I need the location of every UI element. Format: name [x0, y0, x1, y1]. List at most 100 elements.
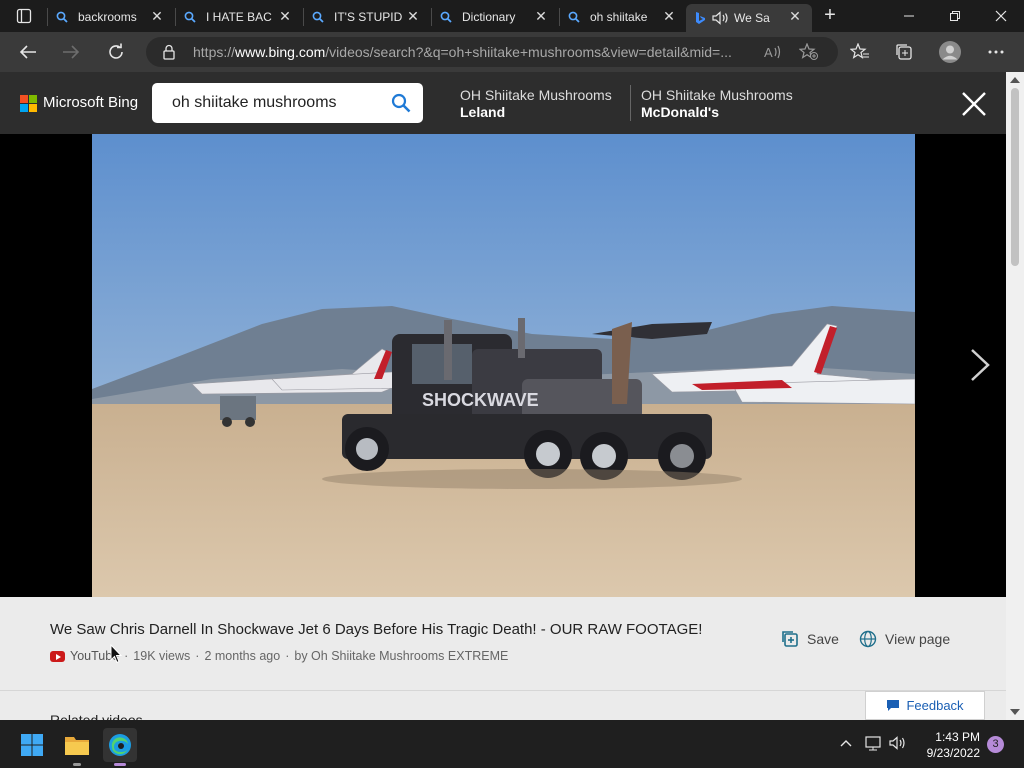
tab-oh-shiitake[interactable]: oh shiitake ✕	[559, 4, 686, 30]
taskbar-clock[interactable]: 1:43 PM 9/23/2022	[918, 729, 980, 761]
minimize-button[interactable]	[886, 0, 932, 32]
tab-strip: backrooms ✕ I HATE BAC ✕ IT'S STUPID ✕ D…	[0, 0, 1024, 32]
tab-title: I HATE BAC	[206, 10, 272, 24]
tab-i-hate-bac[interactable]: I HATE BAC ✕	[175, 4, 302, 30]
more-dots-icon	[988, 50, 1004, 54]
forward-arrow-icon	[63, 45, 80, 59]
search-icon	[568, 11, 580, 23]
restore-icon	[950, 11, 960, 21]
address-bar[interactable]: https://www.bing.com/videos/search?&q=oh…	[146, 37, 838, 67]
suggestion-divider	[630, 85, 631, 121]
bing-icon	[696, 12, 705, 24]
view-page-button[interactable]: View page	[859, 630, 950, 648]
close-window-button[interactable]	[978, 0, 1024, 32]
avatar-icon	[939, 41, 961, 63]
tab-backrooms[interactable]: backrooms ✕	[47, 4, 174, 30]
screen: backrooms ✕ I HATE BAC ✕ IT'S STUPID ✕ D…	[0, 0, 1024, 768]
scroll-down-arrow-icon[interactable]	[1010, 709, 1020, 715]
video-title[interactable]: We Saw Chris Darnell In Shockwave Jet 6 …	[50, 621, 702, 638]
close-tab-icon[interactable]: ✕	[788, 9, 802, 23]
clock-time: 1:43 PM	[935, 730, 980, 744]
scroll-up-arrow-icon[interactable]	[1010, 77, 1020, 83]
collections-icon	[896, 44, 912, 60]
tab-separator	[431, 8, 432, 26]
suggestion-line2: Leland	[460, 104, 506, 120]
tab-title: oh shiitake	[590, 10, 648, 24]
notification-badge[interactable]: 3	[987, 736, 1004, 753]
new-tab-plus-icon[interactable]: +	[818, 5, 842, 27]
collections-button[interactable]	[890, 38, 918, 66]
meta-separator: ·	[124, 649, 129, 663]
svg-text:SHOCKWAVE: SHOCKWAVE	[422, 390, 539, 410]
feedback-chat-icon	[887, 700, 900, 711]
suggestion-leland[interactable]: OH Shiitake Mushrooms Leland	[460, 87, 612, 121]
save-collection-icon	[782, 631, 798, 647]
video-channel[interactable]: by Oh Shiitake Mushrooms EXTREME	[294, 649, 508, 663]
feedback-label: Feedback	[906, 698, 964, 713]
url-path: /videos/search?&q=oh+shiitake+mushrooms&…	[325, 44, 732, 60]
close-tab-icon[interactable]: ✕	[406, 9, 420, 23]
close-tab-icon[interactable]: ✕	[150, 9, 164, 23]
video-frame[interactable]: SHOCKWAVE	[92, 134, 915, 597]
settings-more-button[interactable]	[982, 38, 1010, 66]
search-input[interactable]: oh shiitake mushrooms	[152, 83, 423, 123]
tab-its-stupid[interactable]: IT'S STUPID ✕	[303, 4, 430, 30]
scrollbar-thumb[interactable]	[1011, 88, 1019, 266]
tab-title: Dictionary	[462, 10, 516, 24]
show-hidden-icons-button[interactable]	[836, 732, 856, 754]
forward-button[interactable]	[57, 38, 85, 66]
feedback-button[interactable]: Feedback	[865, 691, 985, 720]
globe-icon	[859, 630, 877, 648]
close-tab-icon[interactable]: ✕	[662, 9, 676, 23]
running-indicator	[73, 763, 81, 766]
add-favorite-button[interactable]	[795, 38, 823, 66]
tab-we-saw-active[interactable]: We Sa ✕	[686, 4, 812, 32]
close-tab-icon[interactable]: ✕	[278, 9, 292, 23]
refresh-button[interactable]	[102, 38, 130, 66]
search-query[interactable]: oh shiitake mushrooms	[172, 94, 337, 112]
close-icon	[995, 10, 1007, 22]
volume-button[interactable]	[888, 732, 908, 754]
suggestion-line1: OH Shiitake Mushrooms	[641, 87, 793, 103]
active-indicator	[114, 763, 126, 766]
close-icon[interactable]	[960, 90, 988, 118]
video-player[interactable]: SHOCKWAVE	[0, 134, 1006, 597]
tab-separator	[303, 8, 304, 26]
tab-actions-button[interactable]	[8, 4, 40, 28]
back-button[interactable]	[14, 38, 42, 66]
url-prefix: https://	[193, 44, 236, 60]
speaker-icon[interactable]	[712, 11, 730, 25]
url-text[interactable]: https://www.bing.com/videos/search?&q=oh…	[193, 44, 753, 60]
suggestion-mcdonalds[interactable]: OH Shiitake Mushrooms McDonald's	[641, 87, 793, 121]
brand-name[interactable]: Microsoft Bing	[43, 94, 138, 111]
search-icon[interactable]	[391, 93, 411, 113]
microsoft-logo-icon[interactable]	[20, 95, 38, 113]
next-video-chevron-icon[interactable]	[968, 348, 992, 382]
tab-dictionary[interactable]: Dictionary ✕	[431, 4, 558, 30]
bing-header: Microsoft Bing oh shiitake mushrooms OH …	[0, 72, 1006, 134]
favorites-star-icon	[850, 43, 869, 59]
minimize-icon	[904, 15, 914, 17]
restore-button[interactable]	[932, 0, 978, 32]
video-age: 2 months ago	[204, 649, 281, 663]
start-button[interactable]	[15, 728, 49, 762]
lock-icon[interactable]	[163, 44, 175, 60]
mouse-pointer-icon	[110, 644, 122, 664]
save-button[interactable]: Save	[781, 630, 839, 648]
profile-button[interactable]	[936, 38, 964, 66]
edge-button[interactable]	[103, 728, 137, 766]
meta-separator: ·	[195, 649, 200, 663]
search-icon	[56, 11, 68, 23]
page-scrollbar[interactable]	[1006, 72, 1024, 720]
tab-separator	[559, 8, 560, 26]
favorites-button[interactable]	[846, 38, 874, 66]
youtube-icon	[50, 650, 65, 662]
clock-date: 9/23/2022	[926, 746, 980, 760]
file-explorer-button[interactable]	[60, 728, 94, 766]
back-arrow-icon	[19, 45, 36, 59]
read-aloud-button[interactable]: A	[759, 38, 787, 66]
network-button[interactable]	[864, 732, 884, 754]
browser-toolbar: https://www.bing.com/videos/search?&q=oh…	[0, 32, 1024, 72]
close-tab-icon[interactable]: ✕	[534, 9, 548, 23]
edge-icon	[109, 734, 131, 756]
